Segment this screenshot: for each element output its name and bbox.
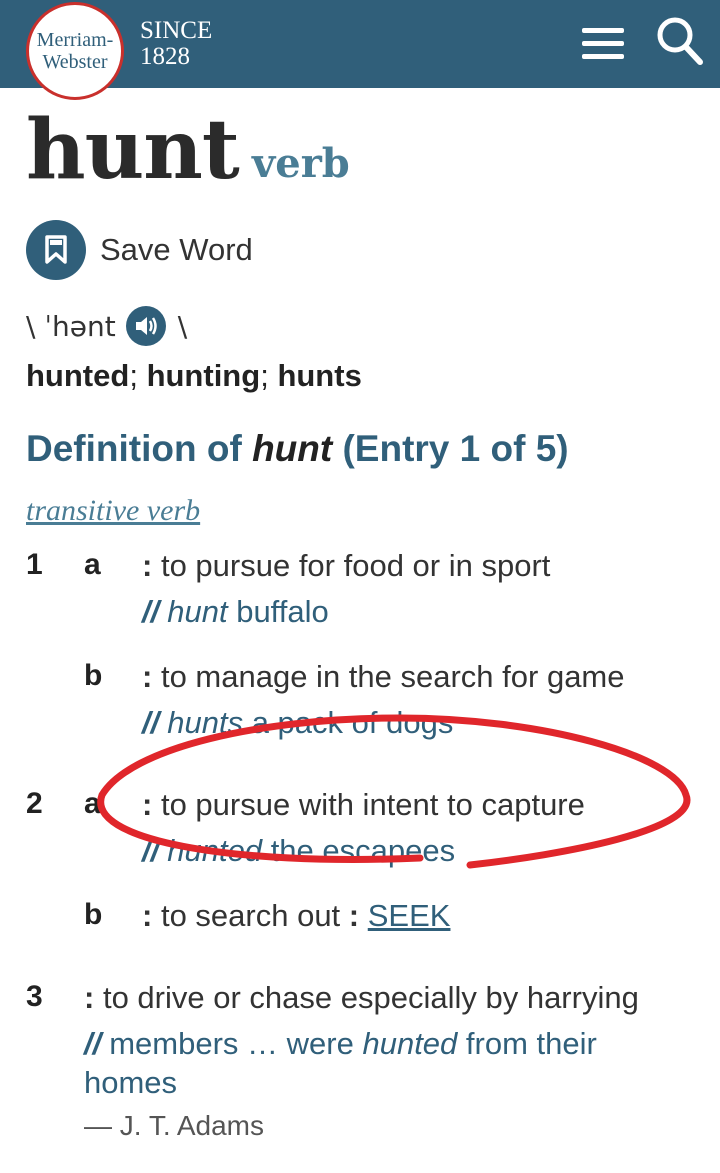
form-3: hunts	[277, 358, 362, 393]
example-continuation: homes	[84, 1065, 178, 1100]
example-word: hunt	[167, 594, 228, 629]
def-body: to pursue with intent to capture	[160, 787, 585, 822]
def-colon: :	[142, 898, 153, 933]
definition-text: : to search out : SEEK	[142, 898, 450, 934]
save-word-button[interactable]	[26, 220, 86, 280]
example-rest: buffalo	[236, 594, 329, 629]
sense-letter: b	[84, 898, 103, 931]
example-sentence: //hunt buffalo	[142, 594, 329, 630]
heading-entry-count: (Entry 1 of 5)	[342, 428, 569, 469]
definition-text: : to pursue for food or in sport	[142, 548, 550, 584]
def-colon: :	[84, 980, 95, 1015]
def-body: to drive or chase especially by harrying	[102, 980, 639, 1015]
example-word: hunts	[167, 705, 244, 740]
def-colon: :	[142, 548, 153, 583]
sense-number: 3	[26, 980, 43, 1013]
synonym-link[interactable]: SEEK	[368, 898, 451, 933]
example-marker: //	[142, 594, 160, 629]
definition-text: : to manage in the search for game	[142, 659, 625, 695]
heading-word: hunt	[252, 428, 333, 469]
pron-close: \	[177, 309, 188, 343]
sense-number: 2	[26, 787, 43, 820]
sense-letter: a	[84, 548, 101, 581]
example-marker: //	[142, 833, 160, 868]
form-sep: ;	[129, 358, 138, 393]
example-word: hunted	[362, 1026, 458, 1061]
example-sentence: //hunts a pack of dogs	[142, 705, 453, 741]
bookmark-icon	[45, 235, 67, 264]
example-marker: //	[142, 705, 160, 740]
sense-number: 1	[26, 548, 43, 581]
sense-letter: a	[84, 787, 101, 820]
part-of-speech[interactable]: verb	[252, 140, 350, 187]
pron-text: \ ˈhənt	[26, 309, 116, 343]
example-sentence: //hunted the escapees	[142, 833, 455, 869]
def-colon: :	[142, 787, 153, 822]
top-bar: Merriam- Webster SINCE 1828	[0, 0, 720, 100]
since-text: SINCE	[140, 17, 213, 44]
inflected-forms: hunted; hunting; hunts	[26, 358, 362, 394]
logo-line2: Webster	[42, 51, 108, 73]
example-post: from their	[465, 1026, 597, 1061]
headword: hunt	[26, 102, 240, 198]
def-body: to search out	[160, 898, 341, 933]
pronunciation: \ ˈhənt \	[26, 306, 187, 346]
since-year: 1828	[140, 43, 190, 70]
logo-line1: Merriam-	[36, 29, 114, 51]
def-colon: :	[142, 659, 153, 694]
example-rest: a pack of dogs	[251, 705, 454, 740]
example-marker: //	[84, 1026, 102, 1061]
function-label-link[interactable]: transitive verb	[26, 494, 200, 528]
synonym-colon: :	[348, 898, 360, 933]
definition-text: : to drive or chase especially by harryi…	[84, 980, 639, 1016]
example-sentence: //members … were hunted from their	[84, 1026, 597, 1062]
menu-icon[interactable]	[582, 24, 626, 64]
since-label: SINCE 1828	[140, 18, 212, 70]
attribution: — J. T. Adams	[84, 1110, 264, 1141]
example-word: hunted	[167, 833, 263, 868]
search-icon[interactable]	[654, 14, 704, 66]
example-pre: members … were	[109, 1026, 354, 1061]
def-body: to manage in the search for game	[160, 659, 625, 694]
form-sep: ;	[260, 358, 269, 393]
definition-text: : to pursue with intent to capture	[142, 787, 585, 823]
merriam-webster-logo[interactable]: Merriam- Webster	[26, 2, 124, 100]
sense-letter: b	[84, 659, 103, 692]
speaker-icon[interactable]	[125, 306, 166, 346]
heading-prefix: Definition of	[26, 428, 242, 469]
form-2: hunting	[146, 358, 261, 393]
save-word-label[interactable]: Save Word	[100, 232, 253, 268]
example-rest: the escapees	[270, 833, 456, 868]
definition-heading: Definition of hunt (Entry 1 of 5)	[26, 428, 569, 470]
form-1: hunted	[26, 358, 130, 393]
def-body: to pursue for food or in sport	[160, 548, 551, 583]
